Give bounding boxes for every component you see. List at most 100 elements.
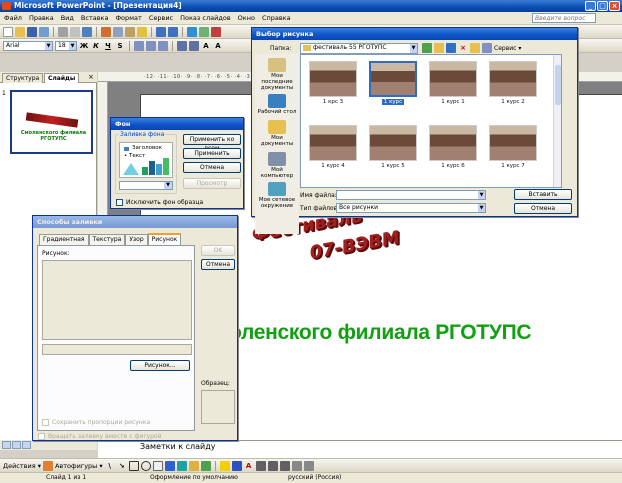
bg-cancel-button[interactable]: Отмена (183, 162, 241, 173)
normal-view-icon[interactable] (2, 441, 11, 449)
menu-insert[interactable]: Вставка (81, 14, 109, 22)
insert-chart-icon[interactable] (187, 26, 197, 37)
filetype-combo[interactable]: Все рисунки ▼ (336, 203, 486, 213)
delete-icon[interactable]: × (458, 44, 468, 52)
3d-style-icon[interactable] (303, 460, 314, 471)
spelling-icon[interactable] (82, 26, 92, 37)
align-right-icon[interactable] (158, 40, 168, 51)
tab-texture[interactable]: Текстура (88, 234, 126, 245)
shadow-style-icon[interactable] (291, 460, 302, 471)
file-item[interactable]: 1 курс 5 (365, 123, 421, 179)
copy-icon[interactable] (113, 26, 123, 37)
menu-slideshow[interactable]: Показ слайдов (180, 14, 231, 22)
insert-table-icon[interactable] (199, 26, 209, 37)
clipart-icon[interactable] (188, 460, 199, 471)
tab-structure[interactable]: Структура (2, 73, 44, 83)
new-folder-icon[interactable] (470, 43, 480, 53)
back-icon[interactable] (422, 43, 432, 53)
new-document-icon[interactable] (3, 26, 13, 37)
line-color-icon[interactable] (231, 460, 242, 471)
file-item[interactable]: 1 курс 1 (425, 59, 481, 115)
tab-picture[interactable]: Рисунок (147, 233, 182, 245)
menu-window[interactable]: Окно (238, 14, 255, 22)
tab-slides[interactable]: Слайды (44, 73, 80, 83)
menu-file[interactable]: Файл (4, 14, 22, 22)
notes-pane[interactable]: Заметки к слайду (98, 440, 622, 458)
views-icon[interactable] (482, 43, 492, 53)
numbering-icon[interactable] (177, 40, 187, 51)
rotate-with-shape-checkbox[interactable] (38, 433, 45, 440)
place-computer[interactable]: Мой компьютер (255, 152, 299, 179)
font-name-combo[interactable]: Arial ▼ (3, 40, 53, 51)
fill-color-combo[interactable]: ▼ (119, 181, 173, 190)
cut-icon[interactable] (101, 26, 111, 37)
tools-menu[interactable]: Сервис ▾ (494, 45, 521, 52)
tab-gradient[interactable]: Градиентная (39, 234, 89, 245)
close-panel-icon[interactable]: × (88, 73, 94, 81)
menu-format[interactable]: Формат (115, 14, 141, 22)
filename-input[interactable]: ▼ (336, 190, 486, 200)
decrease-font-icon[interactable]: A (213, 42, 223, 50)
slide-thumbnail[interactable]: Смоленского филиала РГОТУПС (10, 90, 93, 154)
tab-pattern[interactable]: Узор (125, 234, 148, 245)
select-picture-button[interactable]: Рисунок... (130, 360, 190, 371)
align-center-icon[interactable] (146, 40, 156, 51)
actions-menu[interactable]: Действия ▾ (3, 462, 41, 470)
autoshapes-menu[interactable]: Автофигуры ▾ (55, 462, 103, 470)
place-recent[interactable]: Мои последние документы (255, 58, 299, 91)
apply-all-button[interactable]: Применить ко всем (183, 134, 241, 152)
maximize-icon[interactable]: □ (597, 1, 608, 11)
sorter-view-icon[interactable] (12, 441, 21, 449)
rectangle-icon[interactable] (128, 460, 139, 471)
preview-button[interactable]: Просмотр (183, 178, 241, 189)
fill-color-icon[interactable] (219, 460, 230, 471)
align-left-icon[interactable] (134, 40, 144, 51)
picture-icon[interactable] (200, 460, 211, 471)
close-icon[interactable]: × (609, 1, 620, 11)
arrow-icon[interactable]: ↘ (117, 462, 127, 470)
textbox-icon[interactable] (152, 460, 163, 471)
minimize-icon[interactable]: _ (585, 1, 596, 11)
format-painter-icon[interactable] (137, 26, 147, 37)
file-item[interactable]: 1 крс 3 (305, 59, 361, 115)
file-cancel-button[interactable]: Отмена (514, 203, 572, 214)
font-size-combo[interactable]: 18 ▼ (55, 40, 77, 51)
apply-button[interactable]: Применить (183, 148, 241, 159)
place-documents[interactable]: Мои документы (255, 120, 299, 147)
permission-icon[interactable] (39, 26, 49, 37)
up-folder-icon[interactable] (434, 43, 444, 53)
folder-combo[interactable]: фестиваль 55 РГОТУПС ▼ (300, 43, 418, 54)
redo-icon[interactable] (168, 26, 178, 37)
arrow-style-icon[interactable] (279, 460, 290, 471)
menu-tools[interactable]: Сервис (149, 14, 173, 22)
bullets-icon[interactable] (189, 40, 199, 51)
open-folder-icon[interactable] (15, 26, 25, 37)
paste-icon[interactable] (125, 26, 135, 37)
fill-cancel-button[interactable]: Отмена (201, 259, 235, 270)
menu-view[interactable]: Вид (61, 14, 74, 22)
dash-style-icon[interactable] (267, 460, 278, 471)
menu-edit[interactable]: Правка (29, 14, 54, 22)
font-color-icon[interactable]: A (244, 462, 254, 470)
save-icon[interactable] (27, 26, 37, 37)
line-icon[interactable]: \ (105, 462, 115, 470)
italic-icon[interactable]: К (91, 42, 101, 50)
file-item[interactable]: 1 курс 2 (485, 59, 541, 115)
print-icon[interactable] (58, 26, 68, 37)
insert-picture-icon[interactable] (211, 26, 221, 37)
menu-help[interactable]: Справка (262, 14, 291, 22)
file-list-scrollbar[interactable] (553, 55, 561, 187)
place-desktop[interactable]: Рабочий стол (255, 94, 299, 115)
undo-icon[interactable] (156, 26, 166, 37)
slideshow-view-icon[interactable] (22, 441, 31, 449)
underline-icon[interactable]: Ч (103, 42, 113, 50)
select-objects-icon[interactable] (42, 460, 53, 471)
fill-ok-button[interactable]: OK (201, 245, 235, 256)
oval-icon[interactable] (140, 460, 151, 471)
bold-icon[interactable]: Ж (79, 42, 89, 50)
omit-master-checkbox[interactable] (116, 199, 123, 206)
help-question-input[interactable]: Введите вопрос (532, 13, 596, 23)
shadow-icon[interactable]: S (115, 42, 125, 50)
print-preview-icon[interactable] (70, 26, 80, 37)
insert-button[interactable]: Вставить (514, 189, 572, 200)
